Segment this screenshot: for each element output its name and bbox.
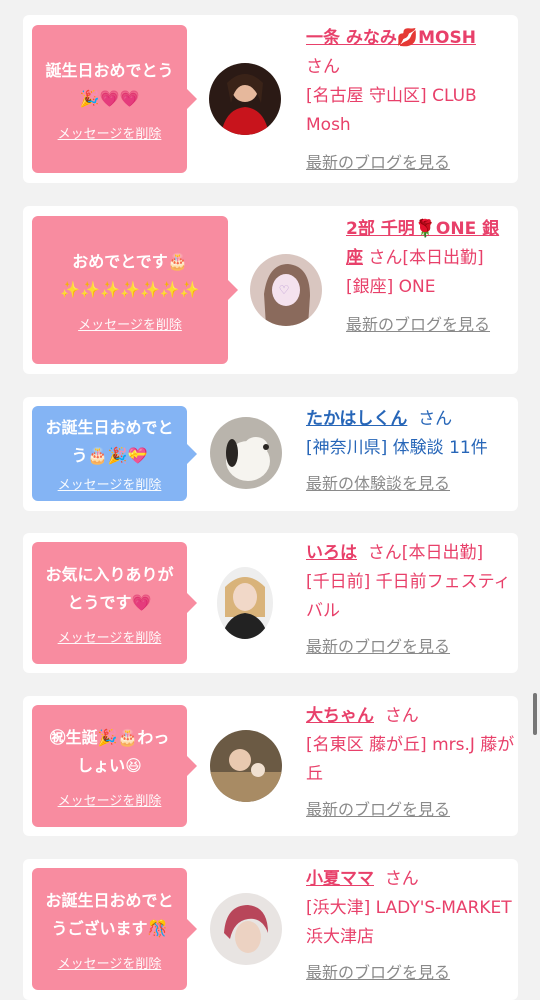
honorific-text: さん: [306, 57, 340, 77]
message-text-line: しょい😆: [77, 755, 142, 775]
message-bubble: おめでとです🎂 ✨✨✨✨✨✨✨ メッセージを削除: [32, 216, 238, 364]
avatar[interactable]: [210, 417, 282, 489]
avatar[interactable]: ♡: [250, 254, 322, 326]
latest-blog-link[interactable]: 最新のブログを見る: [306, 637, 450, 656]
profile-info: 2部 千明🌹ONE 銀座 さん[本日出勤] [銀座] ONE 最新のブログを見る: [346, 215, 511, 340]
message-text-line: ✨✨✨✨✨✨✨: [60, 279, 200, 299]
profile-name-link[interactable]: 小夏ママ: [306, 869, 374, 889]
shop-info: [神奈川県] 体験談 11件: [306, 438, 488, 458]
message-bubble: お誕生日おめでと うございます🎊 メッセージを削除: [32, 868, 197, 990]
honorific-text: さん[本日出勤]: [368, 248, 484, 268]
shop-info: [千日前] 千日前フェスティバル: [306, 572, 511, 621]
message-bubble: お誕生日おめでと う🎂🎉💝 メッセージを削除: [32, 406, 197, 501]
message-bubble: お気に入りありが とうです💗 メッセージを削除: [32, 542, 197, 664]
profile-info: いろは さん[本日出勤] [千日前] 千日前フェスティバル 最新のブログを見る: [306, 539, 516, 662]
message-card: 誕生日おめでとう 🎉💗💗 メッセージを削除 一条 みなみ💋MOSH さん [名古…: [23, 15, 518, 183]
delete-message-link[interactable]: メッセージを削除: [58, 627, 162, 646]
latest-review-link[interactable]: 最新の体験談を見る: [306, 474, 450, 493]
latest-blog-link[interactable]: 最新のブログを見る: [306, 153, 450, 172]
shop-info: [名古屋 守山区] CLUB Mosh: [306, 86, 477, 135]
message-text-line: うございます🎊: [51, 918, 168, 938]
profile-info: 大ちゃん さん [名東区 藤が丘] mrs.J 藤が丘 最新のブログを見る: [306, 702, 516, 825]
latest-blog-link[interactable]: 最新のブログを見る: [306, 963, 450, 982]
latest-blog-link[interactable]: 最新のブログを見る: [306, 800, 450, 819]
scrollbar[interactable]: [533, 693, 537, 735]
profile-info: 小夏ママ さん [浜大津] LADY'S-MARKET 浜大津店 最新のブログを…: [306, 865, 516, 988]
message-text-line: 誕生日おめでとう: [45, 60, 174, 80]
profile-name-link[interactable]: 大ちゃん: [306, 706, 374, 726]
message-text-line: とうです💗: [67, 592, 152, 612]
delete-message-link[interactable]: メッセージを削除: [58, 790, 162, 809]
shop-info: [銀座] ONE: [346, 277, 436, 297]
message-bubble: 誕生日おめでとう 🎉💗💗 メッセージを削除: [32, 25, 197, 173]
profile-info: 一条 みなみ💋MOSH さん [名古屋 守山区] CLUB Mosh 最新のブロ…: [306, 24, 511, 178]
message-text-line: 🎉💗💗: [79, 88, 140, 108]
message-bubble: ㊗生誕🎉🎂わっ しょい😆 メッセージを削除: [32, 705, 197, 827]
delete-message-link[interactable]: メッセージを削除: [78, 314, 182, 333]
message-text-line: お誕生日おめでと: [45, 890, 174, 910]
message-text-line: ㊗生誕🎉🎂わっ: [49, 727, 170, 747]
honorific-text: さん: [418, 409, 453, 429]
message-card: お気に入りありが とうです💗 メッセージを削除 いろは さん[本日出勤] [千日…: [23, 533, 518, 673]
profile-name-link[interactable]: たかはしくん: [306, 409, 407, 429]
profile-name-link[interactable]: 一条 みなみ💋MOSH: [306, 28, 476, 48]
message-text-line: う🎂🎉💝: [71, 446, 148, 465]
delete-message-link[interactable]: メッセージを削除: [58, 123, 162, 142]
message-card: お誕生日おめでと うございます🎊 メッセージを削除 小夏ママ さん [浜大津] …: [23, 859, 518, 1000]
latest-blog-link[interactable]: 最新のブログを見る: [346, 315, 490, 334]
shop-info: [浜大津] LADY'S-MARKET 浜大津店: [306, 898, 512, 947]
delete-message-link[interactable]: メッセージを削除: [58, 953, 162, 972]
honorific-text: さん[本日出勤]: [367, 543, 484, 563]
message-text-line: お誕生日おめでと: [45, 418, 174, 437]
svg-text:♡: ♡: [279, 283, 290, 297]
profile-info: たかはしくん さん [神奈川県] 体験談 11件 最新の体験談を見る: [306, 405, 516, 499]
delete-message-link[interactable]: メッセージを削除: [58, 474, 162, 493]
honorific-text: さん: [384, 869, 419, 889]
avatar[interactable]: [217, 567, 273, 639]
message-card: ㊗生誕🎉🎂わっ しょい😆 メッセージを削除 大ちゃん さん [名東区 藤が丘] …: [23, 696, 518, 836]
profile-name-link[interactable]: いろは: [306, 543, 357, 563]
message-card: お誕生日おめでと う🎂🎉💝 メッセージを削除 たかはしくん さん [神奈川県] …: [23, 397, 518, 511]
message-text-line: おめでとです🎂: [72, 251, 188, 271]
avatar[interactable]: [209, 63, 281, 135]
message-text-line: お気に入りありが: [45, 564, 174, 584]
avatar[interactable]: [210, 893, 282, 965]
avatar[interactable]: [210, 730, 282, 802]
honorific-text: さん: [384, 706, 419, 726]
message-card: おめでとです🎂 ✨✨✨✨✨✨✨ メッセージを削除 ♡ 2部 千明🌹ONE 銀座 …: [23, 206, 518, 374]
shop-info: [名東区 藤が丘] mrs.J 藤が丘: [306, 735, 515, 784]
